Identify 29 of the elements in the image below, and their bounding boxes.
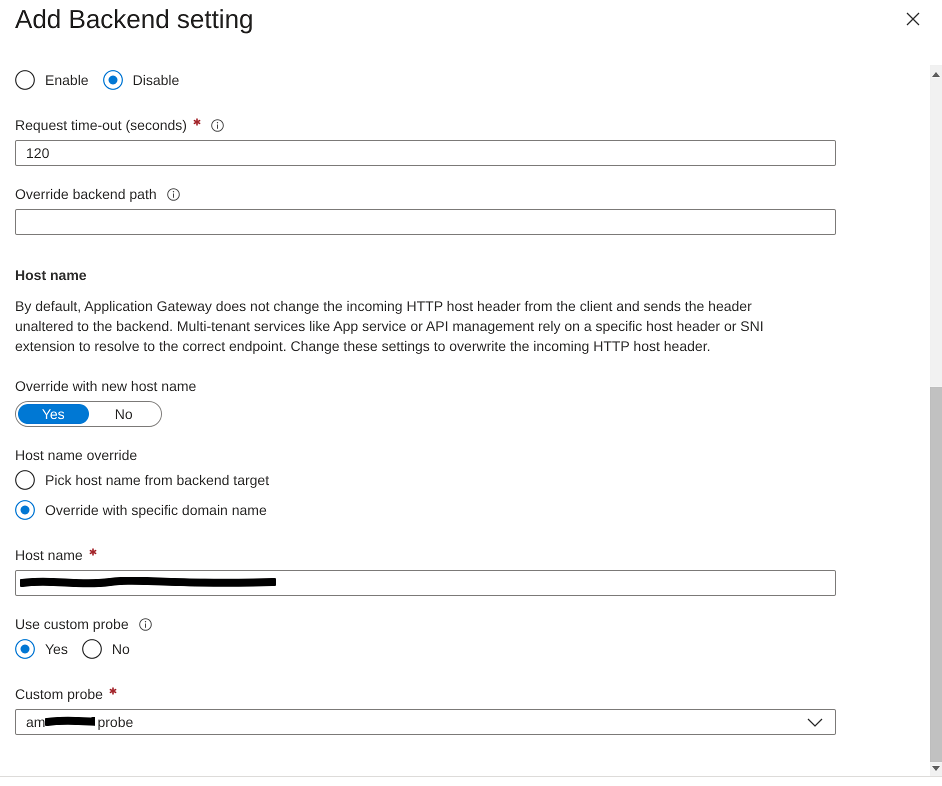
panel-title: Add Backend setting bbox=[15, 3, 254, 35]
scrollbar[interactable] bbox=[930, 65, 942, 776]
radio-option[interactable]: Pick host name from backend target bbox=[15, 470, 836, 490]
field-label: Host name override bbox=[15, 447, 138, 463]
radio-option[interactable]: Override with specific domain name bbox=[15, 500, 836, 520]
field-label: Request time-out (seconds) bbox=[15, 117, 187, 133]
input-field[interactable] bbox=[15, 570, 836, 596]
radio-option[interactable]: Yes bbox=[15, 639, 68, 659]
radio-option[interactable]: Enable bbox=[15, 70, 89, 90]
toggle-option[interactable]: No bbox=[88, 404, 159, 424]
input-field[interactable]: 120 bbox=[15, 140, 836, 166]
dropdown-field[interactable]: am probe bbox=[15, 709, 836, 735]
scroll-up-icon[interactable] bbox=[932, 71, 940, 77]
scroll-down-icon[interactable] bbox=[932, 766, 940, 772]
radio-option[interactable]: No bbox=[82, 639, 130, 659]
radio-option[interactable]: Disable bbox=[102, 70, 180, 90]
scrollbar-thumb[interactable] bbox=[930, 387, 942, 762]
field-label: Host name bbox=[15, 547, 83, 563]
field-label: Use custom probe bbox=[15, 616, 129, 632]
description-text: By default, Application Gateway does not change the incoming HTTP host header from the client and sends the header unaltered to the backend. Multi-tenant services like App service or API management rely on a specific host header or SNI extension to resolve to the correct endpoint. Change these settings to overwrite the incoming HTTP host header. bbox=[15, 297, 765, 356]
input-field[interactable] bbox=[15, 209, 836, 235]
field-label: Custom probe bbox=[15, 686, 103, 702]
toggle-option[interactable]: Yes bbox=[18, 404, 88, 424]
chevron-down-icon bbox=[807, 718, 823, 726]
field-label: Override with new host name bbox=[15, 378, 196, 394]
close-button[interactable] bbox=[906, 12, 920, 26]
section-heading: Host name bbox=[15, 266, 88, 285]
close-icon bbox=[906, 12, 920, 26]
field-label: Override backend path bbox=[15, 186, 157, 202]
